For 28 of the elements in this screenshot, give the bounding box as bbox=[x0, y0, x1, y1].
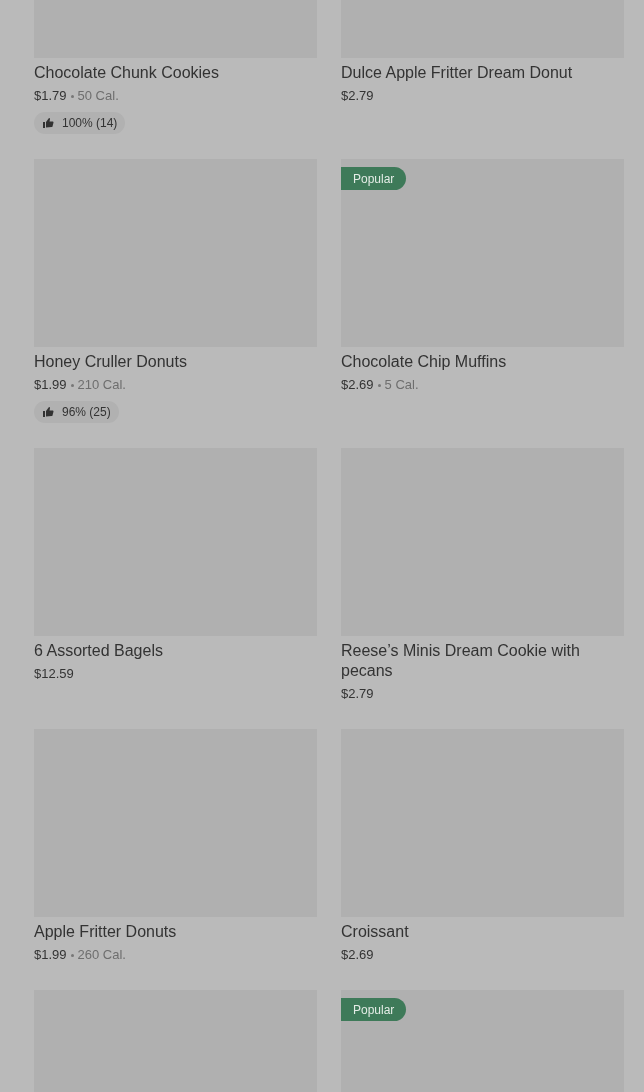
item-name[interactable]: Honey Cruller Donuts bbox=[34, 352, 317, 372]
rating-text: 96% (25) bbox=[62, 404, 111, 421]
item-name[interactable]: Croissant bbox=[341, 922, 624, 942]
popular-badge: Popular bbox=[341, 998, 407, 1021]
item-calories: 260 Cal. bbox=[77, 946, 126, 964]
item-name[interactable]: Dulce Apple Fritter Dream Donut bbox=[341, 63, 624, 83]
thumbs-up-icon bbox=[42, 117, 54, 129]
popular-badge: Popular bbox=[341, 167, 407, 190]
item-price: $12.59 bbox=[34, 665, 74, 683]
item-price: $2.79 bbox=[341, 87, 374, 105]
item-price: $1.99 bbox=[34, 376, 67, 394]
item-calories: 210 Cal. bbox=[77, 376, 126, 394]
item-name[interactable]: 6 Assorted Bagels bbox=[34, 641, 317, 661]
item-price: $2.69 bbox=[341, 946, 374, 964]
item-price: $2.79 bbox=[341, 685, 374, 703]
item-price: $1.99 bbox=[34, 946, 67, 964]
item-name[interactable]: Reese’s Minis Dream Cookie with pecans bbox=[341, 641, 624, 681]
item-name[interactable]: Apple Fritter Donuts bbox=[34, 922, 317, 942]
thumbs-up-icon bbox=[42, 406, 54, 418]
image-placeholder[interactable]: Popular bbox=[341, 159, 624, 347]
image-placeholder[interactable]: Popular bbox=[341, 990, 624, 1092]
item-price: $2.69 bbox=[341, 376, 374, 394]
item-calories: 50 Cal. bbox=[77, 87, 119, 105]
item-name[interactable]: Chocolate Chip Muffins bbox=[341, 352, 624, 372]
rating-text: 100% (14) bbox=[62, 115, 118, 132]
item-name[interactable]: Chocolate Chunk Cookies bbox=[34, 63, 317, 83]
item-calories: 5 Cal. bbox=[384, 376, 419, 394]
item-price: $1.79 bbox=[34, 87, 67, 105]
